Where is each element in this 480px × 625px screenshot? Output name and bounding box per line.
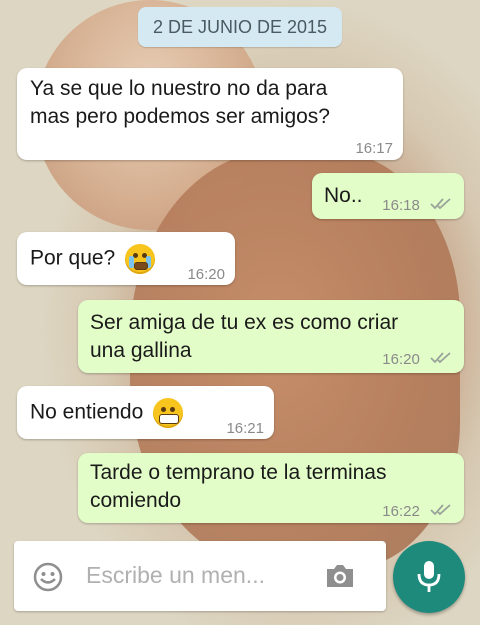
message-text-with-emoji: Por que? xyxy=(30,244,156,274)
message-text: Por que? xyxy=(30,246,116,270)
message-bubble-outgoing[interactable]: No.. 16:18 xyxy=(312,173,464,219)
message-text-line: Ser amiga de tu ex es como criar xyxy=(90,311,399,334)
message-composer[interactable]: Escribe un men... xyxy=(14,541,386,611)
microphone-icon xyxy=(416,559,442,600)
message-time: 16:20 xyxy=(382,351,420,368)
camera-icon[interactable] xyxy=(324,562,356,595)
message-time: 16:22 xyxy=(382,503,420,520)
message-bubble-incoming[interactable]: Por que? 16:20 xyxy=(17,232,235,285)
message-bubble-incoming[interactable]: No entiendo 16:21 xyxy=(17,386,274,439)
message-time: 16:20 xyxy=(187,266,225,283)
date-separator: 2 DE JUNIO DE 2015 xyxy=(138,7,342,47)
message-time: 16:17 xyxy=(355,140,393,157)
record-audio-button[interactable] xyxy=(393,541,465,613)
message-text: No entiendo xyxy=(30,400,144,424)
message-text-line: Ya se que lo nuestro no da para xyxy=(30,77,328,100)
message-time: 16:21 xyxy=(226,420,264,437)
double-check-icon xyxy=(430,192,452,220)
double-check-icon xyxy=(430,498,452,526)
message-bubble-outgoing[interactable]: Tarde o temprano te la terminas comiendo… xyxy=(78,453,464,523)
message-bubble-outgoing[interactable]: Ser amiga de tu ex es como criar una gal… xyxy=(78,300,464,373)
smiley-icon[interactable] xyxy=(32,561,64,598)
message-time-with-status: 16:20 xyxy=(382,346,452,374)
message-text-line: mas pero podemos ser amigos? xyxy=(30,105,330,128)
crying-face-icon xyxy=(125,244,156,274)
chat-screen: 2 DE JUNIO DE 2015 Ya se que lo nuestro … xyxy=(0,0,480,625)
double-check-icon xyxy=(430,346,452,374)
message-input[interactable]: Escribe un men... xyxy=(86,562,265,589)
message-text-line: una gallina xyxy=(90,339,192,362)
message-time-with-status: 16:22 xyxy=(382,498,452,526)
grimacing-face-icon xyxy=(153,398,184,428)
message-time-with-status: 16:18 xyxy=(382,192,452,220)
message-time: 16:18 xyxy=(382,197,420,214)
message-text-line: comiendo xyxy=(90,489,182,512)
message-bubble-incoming[interactable]: Ya se que lo nuestro no da para mas pero… xyxy=(17,68,403,160)
message-text: No.. xyxy=(324,184,363,207)
message-text-line: Tarde o temprano te la terminas xyxy=(90,461,387,484)
message-text-with-emoji: No entiendo xyxy=(30,398,184,428)
